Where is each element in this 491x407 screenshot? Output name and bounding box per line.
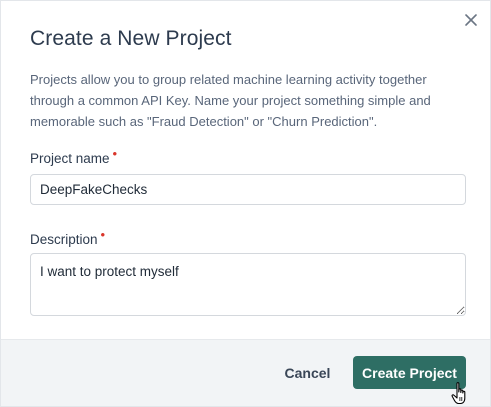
description-textarea[interactable]: I want to protect myself	[30, 253, 466, 316]
project-name-label: Project name •	[30, 146, 117, 166]
description-label: Description •	[30, 227, 105, 247]
dialog-footer: Cancel Create Project	[1, 339, 490, 406]
hand-pointer-icon	[451, 382, 466, 405]
description-label-text: Description	[30, 232, 98, 247]
required-marker: •	[100, 227, 106, 242]
close-icon[interactable]	[462, 11, 480, 29]
required-marker: •	[112, 146, 118, 161]
cancel-button[interactable]: Cancel	[269, 356, 346, 389]
project-name-input[interactable]	[30, 174, 466, 205]
dialog-description: Projects allow you to group related mach…	[30, 72, 431, 129]
project-name-label-text: Project name	[30, 151, 110, 166]
dialog-title: Create a New Project	[30, 27, 232, 50]
create-project-dialog: Create a New Project Projects allow you …	[0, 0, 491, 407]
